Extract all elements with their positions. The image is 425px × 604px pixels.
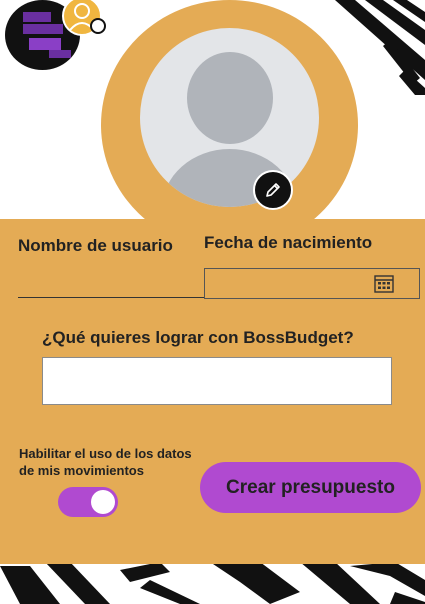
logo-mark [49, 50, 71, 58]
username-field[interactable] [18, 263, 204, 298]
username-label: Nombre de usuario [18, 236, 173, 255]
decorative-pattern-bottom [0, 562, 425, 604]
avatar-head [187, 52, 273, 144]
goal-label: ¿Qué quieres lograr con BossBudget? [42, 328, 354, 347]
data-usage-toggle-label: Habilitar el uso de los datos de mis mov… [19, 446, 192, 478]
logo-mark [23, 24, 63, 34]
create-budget-button[interactable]: Crear presupuesto [200, 462, 421, 513]
goal-field[interactable] [42, 357, 392, 405]
logo-mark [23, 12, 51, 22]
edit-photo-button[interactable] [253, 170, 293, 210]
profile-form-panel: Nombre de usuario Fecha de nacimiento ¿Q… [0, 219, 425, 564]
avatar[interactable] [140, 28, 319, 207]
data-usage-toggle[interactable] [58, 487, 118, 517]
gear-icon [90, 18, 106, 34]
toggle-knob [91, 490, 115, 514]
birthdate-label: Fecha de nacimiento [204, 233, 373, 252]
pencil-icon [266, 183, 280, 197]
logo-mark [29, 38, 61, 50]
calendar-icon[interactable] [374, 275, 394, 293]
